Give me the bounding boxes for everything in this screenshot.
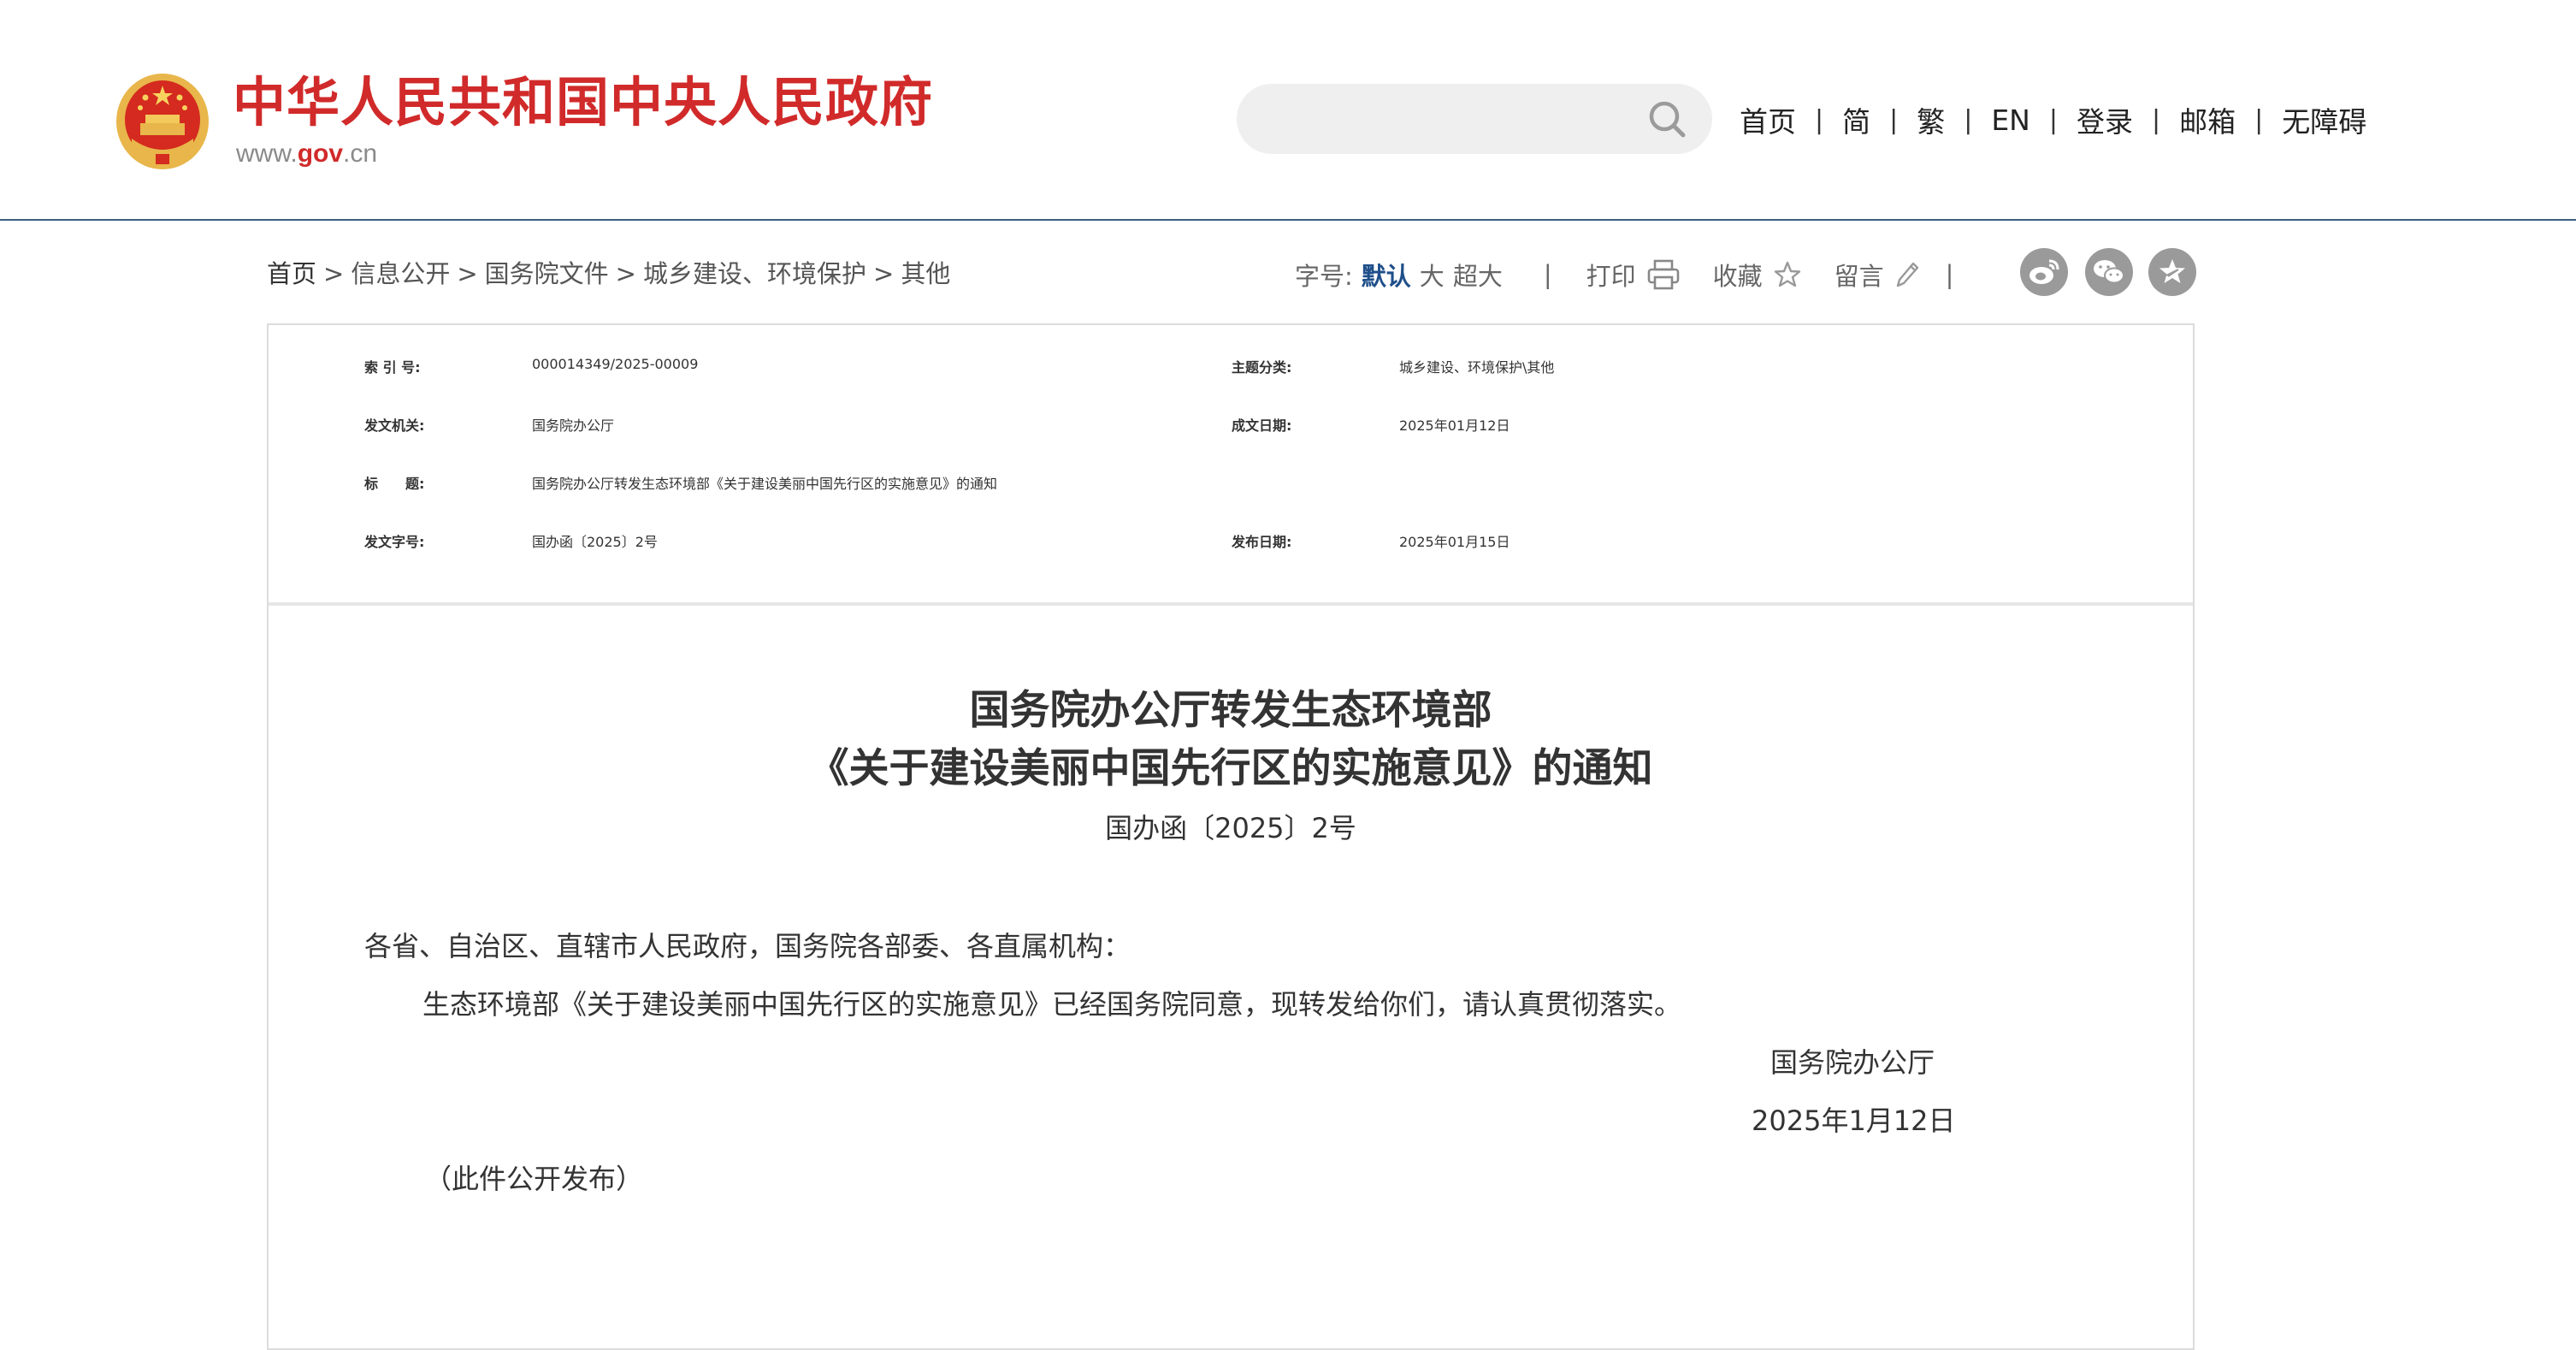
font-size-label: 字号: bbox=[1295, 262, 1353, 291]
wechat-icon[interactable] bbox=[2085, 248, 2133, 296]
weibo-icon[interactable] bbox=[2020, 248, 2068, 296]
breadcrumb-item-state-council-docs[interactable]: 国务院文件 bbox=[485, 259, 609, 288]
index-number-value: 000014349/2025-00009 bbox=[532, 356, 699, 372]
title-value: 国务院办公厅转发生态环境部《关于建设美丽中国先行区的实施意见》的通知 bbox=[532, 476, 998, 492]
link-accessibility[interactable]: 无障碍 bbox=[2282, 99, 2366, 140]
link-simplified[interactable]: 简 bbox=[1842, 99, 1870, 140]
link-separator: | bbox=[2254, 104, 2264, 135]
doc-number-label: 发文字号: bbox=[364, 534, 425, 550]
link-mailbox[interactable]: 邮箱 bbox=[2179, 99, 2236, 140]
page-tools: 字号: 默认 大 超大 | 打印 收藏 留言 | bbox=[1295, 250, 1953, 299]
publish-date-value: 2025年01月15日 bbox=[1399, 534, 1510, 550]
print-button[interactable]: 打印 bbox=[1586, 257, 1681, 293]
site-header: 中华人民共和国中央人民政府 www.gov.cn 首页 | 简 | 繁 | EN… bbox=[0, 0, 2576, 221]
document-panel: 索 引 号: 000014349/2025-00009 主题分类: 城乡建设、环… bbox=[267, 323, 2195, 1350]
document-title-line-2: 《关于建设美丽中国先行区的实施意见》的通知 bbox=[808, 745, 1653, 792]
document-title-line-1: 国务院办公厅转发生态环境部 bbox=[969, 687, 1492, 734]
category-label: 主题分类: bbox=[1232, 359, 1292, 376]
national-emblem-icon[interactable] bbox=[115, 72, 210, 171]
link-home[interactable]: 首页 bbox=[1740, 99, 1796, 140]
star-icon bbox=[1774, 261, 1800, 287]
site-domain-suffix: .cn bbox=[343, 139, 378, 168]
site-title[interactable]: 中华人民共和国中央人民政府 bbox=[233, 70, 933, 135]
search-icon[interactable] bbox=[1645, 98, 1690, 142]
breadcrumb: 首页 > 信息公开 > 国务院文件 > 城乡建设、环境保护 > 其他 bbox=[267, 257, 950, 291]
site-domain-prefix: www. bbox=[236, 139, 298, 168]
font-size-default[interactable]: 默认 bbox=[1362, 257, 1411, 293]
favorite-label: 收藏 bbox=[1712, 262, 1763, 291]
document-salutation: 各省、自治区、直辖市人民政府，国务院各部委、各直属机构： bbox=[364, 930, 1131, 962]
pencil-icon bbox=[1896, 262, 1918, 287]
written-date-label: 成文日期: bbox=[1232, 417, 1292, 434]
document-metadata: 索 引 号: 000014349/2025-00009 主题分类: 城乡建设、环… bbox=[269, 325, 2193, 606]
breadcrumb-item-urban-environment[interactable]: 城乡建设、环境保护 bbox=[643, 259, 866, 288]
link-login[interactable]: 登录 bbox=[2077, 99, 2133, 140]
link-separator: | bbox=[1815, 104, 1824, 135]
doc-number-value: 国办函〔2025〕2号 bbox=[532, 534, 658, 550]
link-traditional[interactable]: 繁 bbox=[1917, 99, 1945, 140]
site-domain-main: gov bbox=[297, 139, 344, 168]
breadcrumb-separator: > bbox=[873, 259, 895, 288]
category-value: 城乡建设、环境保护\其他 bbox=[1399, 359, 1555, 376]
issuer-label: 发文机关: bbox=[364, 417, 425, 434]
printer-icon bbox=[1647, 259, 1679, 290]
comment-label: 留言 bbox=[1834, 262, 1884, 291]
link-separator: | bbox=[2048, 104, 2058, 135]
comment-button[interactable]: 留言 bbox=[1835, 257, 1920, 293]
link-separator: | bbox=[1889, 104, 1899, 135]
document-paragraph: 生态环境部《关于建设美丽中国先行区的实施意见》已经国务院同意，现转发给你们，请认… bbox=[422, 988, 1682, 1021]
font-size-xlarge[interactable]: 超大 bbox=[1453, 257, 1503, 293]
breadcrumb-item-other[interactable]: 其他 bbox=[901, 259, 950, 288]
publish-date-label: 发布日期: bbox=[1232, 534, 1292, 550]
site-domain[interactable]: www.gov.cn bbox=[236, 139, 377, 169]
qzone-icon[interactable] bbox=[2148, 248, 2196, 296]
print-label: 打印 bbox=[1586, 262, 1636, 291]
publication-note: （此件公开发布） bbox=[424, 1163, 644, 1195]
index-number-label: 索 引 号: bbox=[364, 359, 421, 376]
issuer-value: 国务院办公厅 bbox=[532, 417, 615, 434]
top-links: 首页 | 简 | 繁 | EN | 登录 | 邮箱 | 无障碍 bbox=[1740, 94, 2366, 145]
breadcrumb-item-home[interactable]: 首页 bbox=[267, 259, 316, 288]
signature-organization: 国务院办公厅 bbox=[1770, 1046, 1935, 1079]
signature-date: 2025年1月12日 bbox=[1752, 1104, 1956, 1137]
breadcrumb-separator: > bbox=[323, 259, 345, 288]
breadcrumb-separator: > bbox=[615, 259, 636, 288]
favorite-button[interactable]: 收藏 bbox=[1713, 257, 1802, 293]
link-english[interactable]: EN bbox=[1991, 104, 2030, 137]
tools-divider: | bbox=[1543, 260, 1552, 289]
link-separator: | bbox=[2151, 104, 2161, 135]
document-number: 国办函〔2025〕2号 bbox=[1105, 812, 1356, 844]
search-bar bbox=[1237, 84, 1712, 154]
link-separator: | bbox=[1964, 104, 1973, 135]
tools-divider: | bbox=[1945, 260, 1954, 289]
breadcrumb-item-info-disclosure[interactable]: 信息公开 bbox=[351, 259, 450, 288]
written-date-value: 2025年01月12日 bbox=[1399, 417, 1510, 434]
breadcrumb-separator: > bbox=[457, 259, 478, 288]
title-label: 标 题: bbox=[364, 476, 425, 492]
font-size-large[interactable]: 大 bbox=[1420, 257, 1445, 293]
search-input[interactable] bbox=[1271, 98, 1630, 140]
